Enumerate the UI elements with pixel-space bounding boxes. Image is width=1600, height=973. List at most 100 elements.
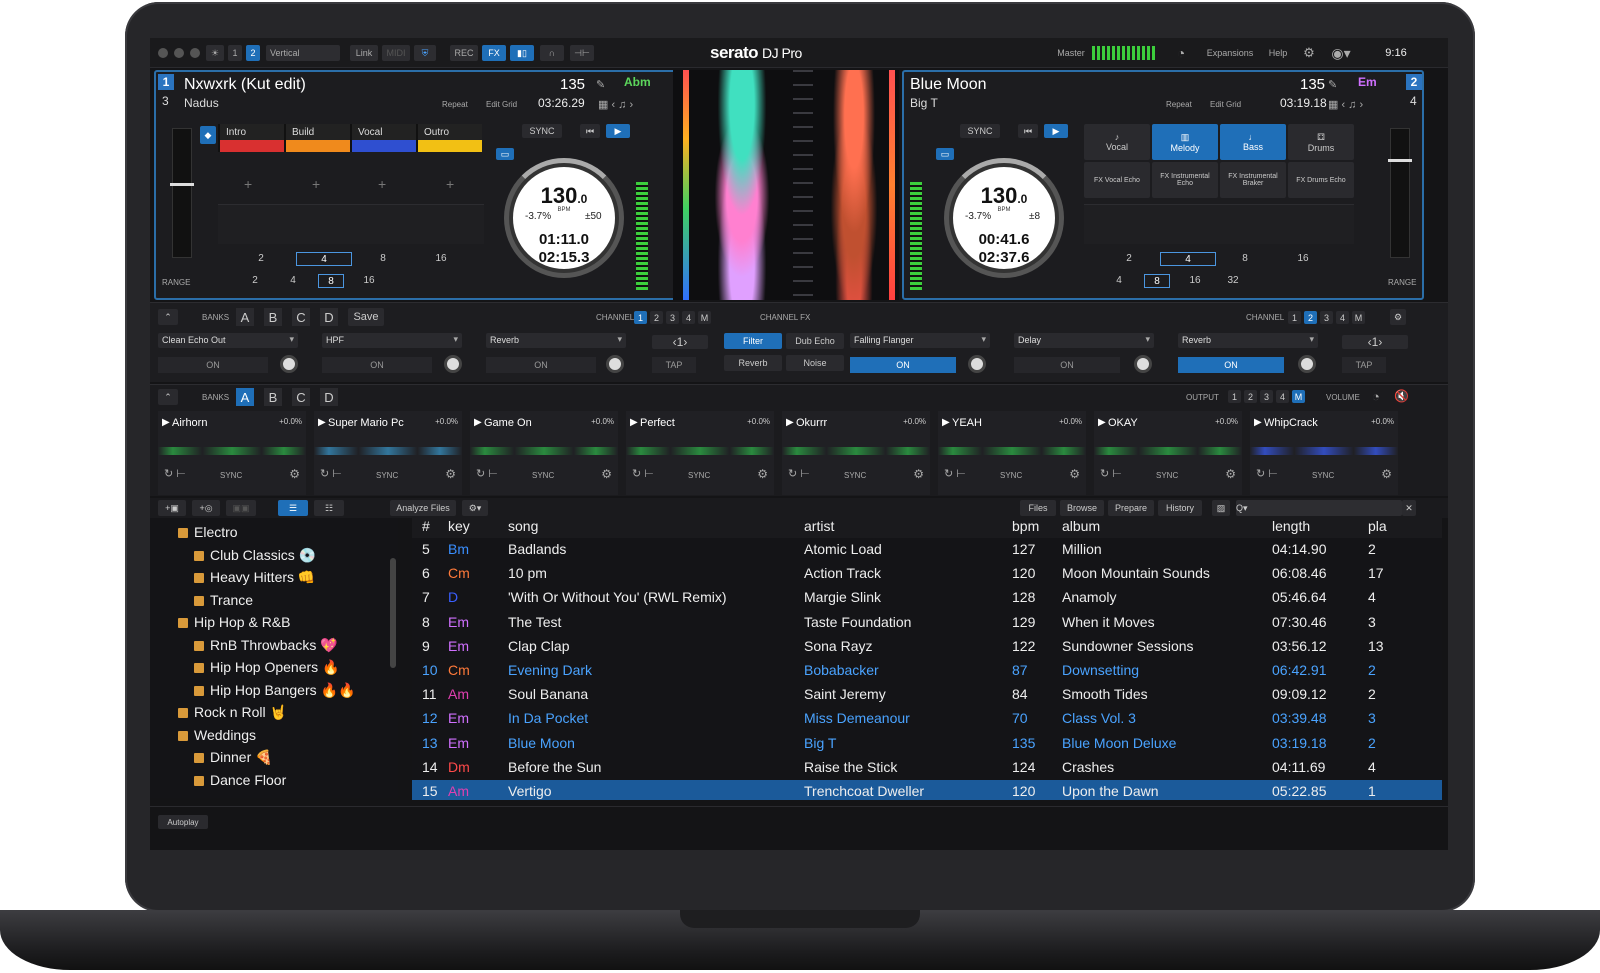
pencil-icon[interactable]: ✎ [1328, 78, 1337, 91]
history-tab[interactable]: History [1158, 500, 1202, 516]
sampler-sync[interactable]: SYNC [1312, 471, 1334, 480]
table-row[interactable]: 12 Em In Da Pocket Miss Demeanour 70 Class Vo… [412, 707, 1442, 731]
sampler-gear-icon[interactable]: ⚙ [601, 467, 612, 481]
sampler-slot-5[interactable]: ▶ Okurrr +0.0% ↻ ⊢ SYNC ⚙ [782, 411, 930, 495]
detail-view-icon[interactable]: ☷ [314, 500, 344, 516]
sampler-bank-b[interactable]: B [264, 388, 282, 406]
brightness-icon[interactable]: ☀ [206, 45, 224, 61]
sampler-play-icon[interactable]: ▶ [1098, 417, 1106, 428]
crate-item[interactable]: RnB Throwbacks 💖 [194, 637, 338, 654]
sampler-gear-icon[interactable]: ⚙ [913, 467, 924, 481]
fx1-channel-m[interactable]: M [698, 311, 711, 324]
add-cue-8[interactable]: + [446, 176, 454, 192]
deck-2-loop-slots[interactable] [1084, 204, 1354, 244]
deck-1-pitch-slider[interactable] [170, 128, 194, 258]
fx-button[interactable]: FX [482, 45, 506, 61]
sampler-slot-6[interactable]: ▶ YEAH +0.0% ↻ ⊢ SYNC ⚙ [938, 411, 1086, 495]
column-header-8[interactable]: pla [1368, 518, 1387, 538]
window-close-dot[interactable] [158, 48, 168, 58]
loop-4[interactable]: 4 [1160, 252, 1216, 266]
sampler-repeat-icon[interactable]: ↻ ⊢ [788, 467, 810, 480]
sampler-slot-4[interactable]: ▶ Perfect +0.0% ↻ ⊢ SYNC ⚙ [626, 411, 774, 495]
output-m[interactable]: M [1292, 390, 1305, 403]
crate-item[interactable]: Dance Floor [194, 772, 286, 788]
grid-icon[interactable]: ▦ ‹ ♫ › [1328, 98, 1363, 111]
loop-8[interactable]: 8 [1230, 252, 1260, 266]
output-1[interactable]: 1 [1228, 390, 1241, 403]
stem-fx-instrumental-braker[interactable]: FX Instrumental Braker [1220, 162, 1286, 198]
sampler-gear-icon[interactable]: ⚙ [289, 467, 300, 481]
fx1-channel-2[interactable]: 2 [650, 311, 663, 324]
autoloop-4[interactable]: 4 [280, 274, 306, 288]
sampler-play-icon[interactable]: ▶ [630, 417, 638, 428]
column-header-7[interactable]: length [1272, 518, 1310, 538]
loop-2[interactable]: 2 [246, 252, 276, 266]
sampler-repeat-icon[interactable]: ↻ ⊢ [944, 467, 966, 480]
grid-icon[interactable]: ▦ ‹ ♫ › [598, 98, 633, 111]
window-zoom-dot[interactable] [190, 48, 200, 58]
fx-bank-d[interactable]: D [320, 308, 338, 326]
stem-fx-vocal-echo[interactable]: FX Vocal Echo [1084, 162, 1150, 198]
autoloop-2[interactable]: 2 [242, 274, 268, 288]
prev-track-icon[interactable]: ⏮ [580, 124, 600, 138]
crate-item[interactable]: Electro [178, 524, 238, 540]
sampler-sync[interactable]: SYNC [688, 471, 710, 480]
play-icon[interactable]: ▶ [606, 124, 630, 138]
sampler-gear-icon[interactable]: ⚙ [1225, 467, 1236, 481]
sampler-sync[interactable]: SYNC [1000, 471, 1022, 480]
autoloop-8[interactable]: 8 [1144, 274, 1170, 288]
deck-1-sync-button[interactable]: SYNC [522, 124, 562, 138]
filter-button[interactable]: Filter [724, 333, 782, 349]
sampler-repeat-icon[interactable]: ↻ ⊢ [1256, 467, 1278, 480]
fx1-beats[interactable]: ‹ 1 › [652, 335, 708, 349]
fx2-tap-button[interactable]: TAP [1342, 357, 1386, 373]
output-3[interactable]: 3 [1260, 390, 1273, 403]
search-input[interactable]: Q▾ [1236, 500, 1402, 516]
table-row[interactable]: 15 Am Vertigo Trenchcoat Dweller 120 Upon the… [412, 780, 1442, 800]
view-2-button[interactable]: 2 [246, 45, 260, 61]
dub-echo-button[interactable]: Dub Echo [786, 333, 844, 349]
window-minimize-dot[interactable] [174, 48, 184, 58]
link-button[interactable]: Link [350, 45, 378, 61]
fx1-slot1-select[interactable]: Clean Echo Out [158, 333, 298, 348]
close-search-icon[interactable]: ✕ [1402, 500, 1416, 516]
table-row[interactable]: 14 Dm Before the Sun Raise the Stick 124 Cras… [412, 756, 1442, 780]
volume-knob-icon[interactable]: ◔ [1372, 389, 1380, 404]
fx1-slot2-select[interactable]: HPF [322, 333, 462, 348]
analyze-settings-gear-icon[interactable]: ⚙▾ [462, 500, 488, 516]
crate-item[interactable]: Hip Hop Openers 🔥 [194, 659, 340, 676]
analyze-files-button[interactable]: Analyze Files [390, 500, 456, 516]
output-4[interactable]: 4 [1276, 390, 1289, 403]
crossfader-icon[interactable]: ⊣⊢ [570, 45, 594, 61]
crate-item[interactable]: Club Classics 💿 [194, 547, 316, 564]
sampler-sync[interactable]: SYNC [844, 471, 866, 480]
fx2-slot3-on[interactable]: ON [1178, 357, 1284, 373]
prev-track-icon[interactable]: ⏮ [1018, 124, 1038, 138]
column-header-2[interactable]: key [448, 518, 470, 538]
fx-save-button[interactable]: Save [348, 308, 384, 326]
deck-2-range[interactable]: RANGE [1388, 278, 1416, 287]
fx-bank-c[interactable]: C [292, 308, 310, 326]
cue-vocal[interactable]: Vocal [350, 124, 416, 152]
stem-drums[interactable]: ⚃ Drums [1288, 124, 1354, 160]
fx1-slot2-on[interactable]: ON [322, 357, 432, 373]
autoloop-32[interactable]: 32 [1220, 274, 1246, 288]
column-header-4[interactable]: artist [804, 518, 834, 538]
add-cue-7[interactable]: + [378, 176, 386, 192]
headphones-icon[interactable]: ∩ [540, 45, 564, 61]
sampler-icon[interactable]: ▮▯ [510, 45, 534, 61]
fx2-slot1-knob[interactable] [968, 355, 986, 373]
fx1-beats-knob[interactable] [606, 355, 624, 373]
loop-4[interactable]: 4 [296, 252, 352, 266]
add-cue-6[interactable]: + [312, 176, 320, 192]
fx1-slot3-select[interactable]: Reverb [486, 333, 626, 348]
sampler-sync[interactable]: SYNC [532, 471, 554, 480]
sampler-slot-8[interactable]: ▶ WhipCrack +0.0% ↻ ⊢ SYNC ⚙ [1250, 411, 1398, 495]
slip-icon[interactable]: ▭ [496, 148, 514, 160]
fx2-slot3-select[interactable]: Reverb [1178, 333, 1318, 348]
sampler-play-icon[interactable]: ▶ [1254, 417, 1262, 428]
table-row[interactable]: 7 D 'With Or Without You' (RWL Remix) Margi… [412, 586, 1442, 610]
expansions-button[interactable]: Expansions [1202, 45, 1258, 61]
sampler-bank-a[interactable]: A [236, 388, 254, 406]
sampler-gear-icon[interactable]: ⚙ [757, 467, 768, 481]
